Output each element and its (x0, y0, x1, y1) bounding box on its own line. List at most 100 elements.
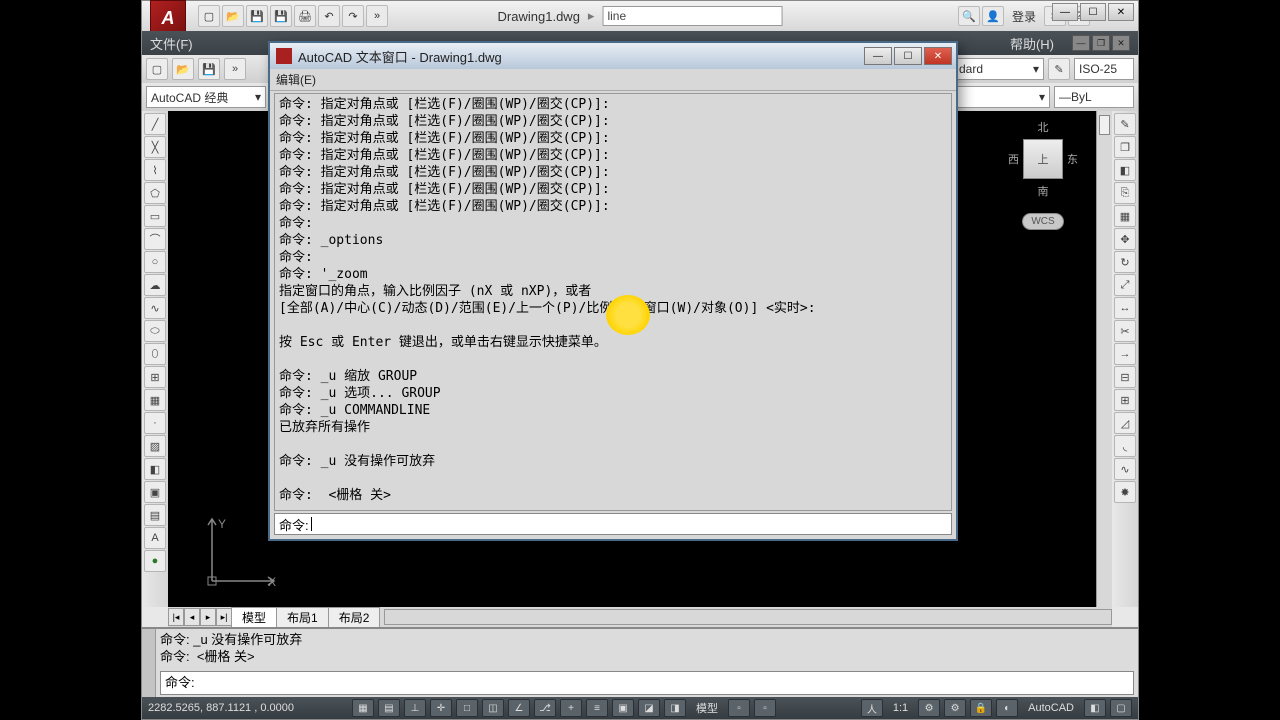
more-icon[interactable]: » (224, 58, 246, 80)
infocenter-search[interactable]: line (602, 6, 782, 26)
cmd-grip[interactable] (142, 629, 156, 697)
table-icon[interactable]: ▤ (144, 504, 166, 526)
rectangle-icon[interactable]: ▭ (144, 205, 166, 227)
dyn-icon[interactable]: + (560, 699, 582, 717)
menu-help[interactable]: 帮助(H) (1010, 34, 1054, 53)
tpy-icon[interactable]: ▣ (612, 699, 634, 717)
join-icon[interactable]: ⊞ (1114, 389, 1136, 411)
coordinates[interactable]: 2282.5265, 887.1121 , 0.0000 (148, 702, 348, 714)
tab-layout2[interactable]: 布局2 (328, 607, 381, 627)
textwin-close[interactable]: ✕ (924, 47, 952, 65)
cleanscreen-icon[interactable]: ▢ (1110, 699, 1132, 717)
hatch-icon[interactable]: ▨ (144, 435, 166, 457)
scale-button[interactable]: 1:1 (887, 702, 914, 714)
sc-icon[interactable]: ◨ (664, 699, 686, 717)
block-icon[interactable]: ▦ (144, 389, 166, 411)
minimize-button[interactable]: — (1052, 3, 1078, 21)
snap-icon[interactable]: ▦ (352, 699, 374, 717)
ellipse-icon[interactable]: ⬭ (144, 320, 166, 342)
scrollbar-thumb[interactable] (1099, 115, 1110, 135)
copy-icon[interactable]: ❐ (1114, 136, 1136, 158)
login-label[interactable]: 登录 (1012, 8, 1036, 25)
point-icon[interactable]: · (144, 412, 166, 434)
circle-icon[interactable]: ○ (144, 251, 166, 273)
print-icon[interactable]: 🖨 (294, 5, 316, 27)
revcloud-icon[interactable]: ☁ (144, 274, 166, 296)
workspace-combo[interactable]: AutoCAD 经典▾ (146, 86, 266, 108)
polygon-icon[interactable]: ⬠ (144, 182, 166, 204)
ws-switch-icon[interactable]: ⚙ (944, 699, 966, 717)
qat-more-icon[interactable]: » (366, 5, 388, 27)
trim-icon[interactable]: ✂ (1114, 320, 1136, 342)
scale-icon[interactable]: ⤢ (1114, 274, 1136, 296)
viewcube-top[interactable]: 上 (1023, 139, 1063, 179)
tab-first-icon[interactable]: |◂ (168, 608, 184, 626)
brush-icon[interactable]: ✎ (1048, 58, 1070, 80)
wcs-button[interactable]: WCS (1022, 213, 1063, 230)
viewport-scrollbar-v[interactable] (1096, 111, 1112, 607)
undo-icon[interactable]: ↶ (318, 5, 340, 27)
textwin-command-input[interactable]: 命令: (274, 513, 952, 535)
viewcube[interactable]: 北 西 上 东 南 WCS (1008, 119, 1078, 230)
grid-icon[interactable]: ▤ (378, 699, 400, 717)
layout-scrollbar-h[interactable] (384, 609, 1112, 625)
fillet-icon[interactable]: ◟ (1114, 435, 1136, 457)
3dosnap-icon[interactable]: ◫ (482, 699, 504, 717)
isolate-icon[interactable]: ◧ (1084, 699, 1106, 717)
textwin-history[interactable]: 命令: 指定对角点或 [栏选(F)/圈围(WP)/圈交(CP)]: 命令: 指定… (274, 93, 952, 511)
viewcube-west[interactable]: 西 (1008, 151, 1019, 167)
rotate-icon[interactable]: ↻ (1114, 251, 1136, 273)
style-combo[interactable]: dard▾ (954, 58, 1044, 80)
mtext-icon[interactable]: A (144, 527, 166, 549)
polar-icon[interactable]: ✛ (430, 699, 452, 717)
modelspace-button[interactable]: 模型 (690, 700, 724, 716)
tab-model[interactable]: 模型 (231, 607, 277, 627)
quickview-layouts-icon[interactable]: ▫ (728, 699, 750, 717)
addselect-icon[interactable]: ● (144, 550, 166, 572)
autocad-tray[interactable]: AutoCAD (1022, 702, 1080, 714)
lwt-icon[interactable]: ≡ (586, 699, 608, 717)
line-icon[interactable]: ╱ (144, 113, 166, 135)
viewcube-north[interactable]: 北 (1008, 119, 1078, 135)
xline-icon[interactable]: ╳ (144, 136, 166, 158)
qp-icon[interactable]: ◪ (638, 699, 660, 717)
textwin-edit-menu[interactable]: 编辑(E) (276, 73, 316, 87)
explode-icon[interactable]: ✸ (1114, 481, 1136, 503)
search-icon[interactable]: 🔍 (958, 6, 980, 26)
ortho-icon[interactable]: ⊥ (404, 699, 426, 717)
open-icon[interactable]: 📂 (222, 5, 244, 27)
tab-last-icon[interactable]: ▸| (216, 608, 232, 626)
ellipse-arc-icon[interactable]: ⬯ (144, 343, 166, 365)
open-icon[interactable]: 📂 (172, 58, 194, 80)
arc-icon[interactable]: ⌒ (144, 228, 166, 250)
otrack-icon[interactable]: ∠ (508, 699, 530, 717)
break-icon[interactable]: ⊟ (1114, 366, 1136, 388)
command-input[interactable]: 命令: (160, 671, 1134, 695)
mirror-icon[interactable]: ◧ (1114, 159, 1136, 181)
mdi-close[interactable]: ✕ (1112, 35, 1130, 51)
cmd-history[interactable]: 命令: _u 没有操作可放弃 命令: <栅格 关> (160, 631, 1134, 665)
user-icon[interactable]: 👤 (982, 6, 1004, 26)
save-icon[interactable]: 💾 (246, 5, 268, 27)
extend-icon[interactable]: → (1114, 343, 1136, 365)
menu-file[interactable]: 文件(F) (150, 34, 193, 53)
textwin-maximize[interactable]: ☐ (894, 47, 922, 65)
array-icon[interactable]: ▦ (1114, 205, 1136, 227)
chamfer-icon[interactable]: ◿ (1114, 412, 1136, 434)
offset-icon[interactable]: ⎘ (1114, 182, 1136, 204)
ducs-icon[interactable]: ⎇ (534, 699, 556, 717)
new-icon[interactable]: ▢ (146, 58, 168, 80)
blend-icon[interactable]: ∿ (1114, 458, 1136, 480)
tab-layout1[interactable]: 布局1 (276, 607, 329, 627)
annovis-icon[interactable]: ⚙ (918, 699, 940, 717)
mdi-minimize[interactable]: — (1072, 35, 1090, 51)
textwin-minimize[interactable]: — (864, 47, 892, 65)
text-window-titlebar[interactable]: AutoCAD 文本窗口 - Drawing1.dwg — ☐ ✕ (270, 43, 956, 69)
close-button[interactable]: ✕ (1108, 3, 1134, 21)
gradient-icon[interactable]: ◧ (144, 458, 166, 480)
dim-combo[interactable]: ISO-25 (1074, 58, 1134, 80)
move-icon[interactable]: ✥ (1114, 228, 1136, 250)
spline-icon[interactable]: ∿ (144, 297, 166, 319)
saveas-icon[interactable]: 💾 (270, 5, 292, 27)
redo-icon[interactable]: ↷ (342, 5, 364, 27)
